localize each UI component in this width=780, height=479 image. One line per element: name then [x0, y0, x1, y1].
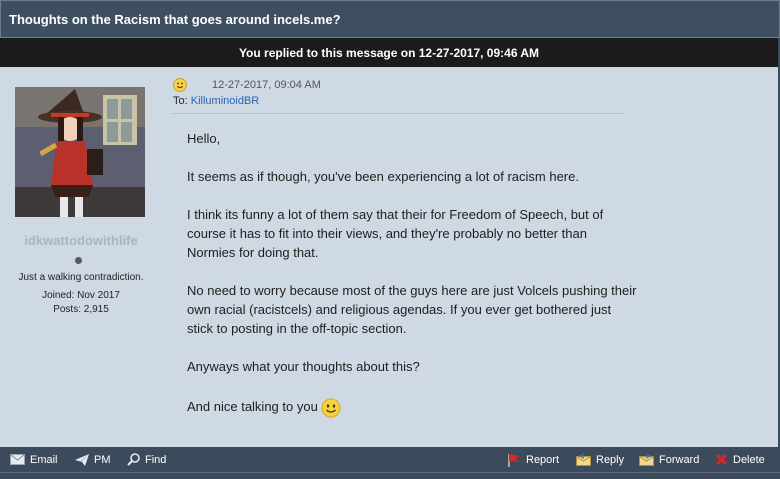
- red-flag-icon: [508, 453, 520, 467]
- email-label: Email: [30, 453, 58, 466]
- pm-label: PM: [94, 453, 111, 466]
- post-date: 12-27-2017, 09:04 AM: [212, 79, 321, 91]
- smiley-icon: [321, 398, 341, 418]
- join-date: Joined: Nov 2017: [42, 290, 120, 301]
- delete-button[interactable]: Delete: [715, 447, 765, 472]
- magnifier-icon: [127, 453, 140, 466]
- private-message-post: idkwattodowithlife Just a walking contra…: [0, 67, 778, 447]
- recipient-link[interactable]: KilluminoidBR: [191, 95, 259, 107]
- message-paragraph: Hello,: [187, 131, 221, 146]
- reply-envelope-icon: [576, 453, 591, 466]
- message-paragraph: No need to worry because most of the guy…: [187, 283, 637, 336]
- find-label: Find: [145, 453, 167, 466]
- report-label: Report: [526, 453, 560, 466]
- avatar[interactable]: [15, 87, 145, 217]
- post-action-bar: Email PM Find Report Reply Forward Delet…: [0, 447, 778, 472]
- post-count: Posts: 2,915: [53, 304, 109, 315]
- recipient-label: To:: [173, 95, 188, 107]
- thread-title-bar: Thoughts on the Racism that goes around …: [0, 0, 780, 38]
- header-divider: [172, 113, 624, 114]
- email-button[interactable]: Email: [10, 447, 58, 472]
- message-paragraph: It seems as if though, you've been exper…: [187, 169, 579, 184]
- message-paragraph: And nice talking to you: [187, 399, 318, 414]
- reply-notice-bar: You replied to this message on 12-27-201…: [0, 38, 778, 67]
- avatar-image: [15, 87, 145, 217]
- reply-notice: You replied to this message on 12-27-201…: [238, 45, 540, 60]
- user-title: Just a walking contradiction.: [18, 272, 144, 283]
- reply-button[interactable]: Reply: [576, 447, 624, 472]
- forward-button[interactable]: Forward: [639, 447, 699, 472]
- smiley-icon: [173, 78, 187, 92]
- delete-label: Delete: [733, 453, 765, 466]
- username[interactable]: idkwattodowithlife: [0, 233, 162, 248]
- find-button[interactable]: Find: [127, 447, 166, 472]
- message-paragraph: I think its funny a lot of them say that…: [187, 207, 604, 260]
- envelope-icon: [10, 454, 25, 465]
- red-x-icon: [715, 453, 728, 466]
- message-paragraph: Anyways what your thoughts about this?: [187, 359, 420, 374]
- forward-envelope-icon: [639, 453, 654, 466]
- paper-plane-icon: [75, 453, 89, 466]
- forward-label: Forward: [659, 453, 700, 466]
- report-button[interactable]: Report: [506, 447, 559, 472]
- thread-title: Thoughts on the Racism that goes around …: [9, 11, 341, 27]
- message-closing: And nice talking to you: [187, 397, 637, 418]
- pm-button[interactable]: PM: [75, 447, 111, 472]
- reply-label: Reply: [596, 453, 625, 466]
- recipient-line: To: KilluminoidBR: [173, 95, 259, 107]
- offline-status-icon: [75, 257, 82, 264]
- bottom-border: [0, 472, 780, 479]
